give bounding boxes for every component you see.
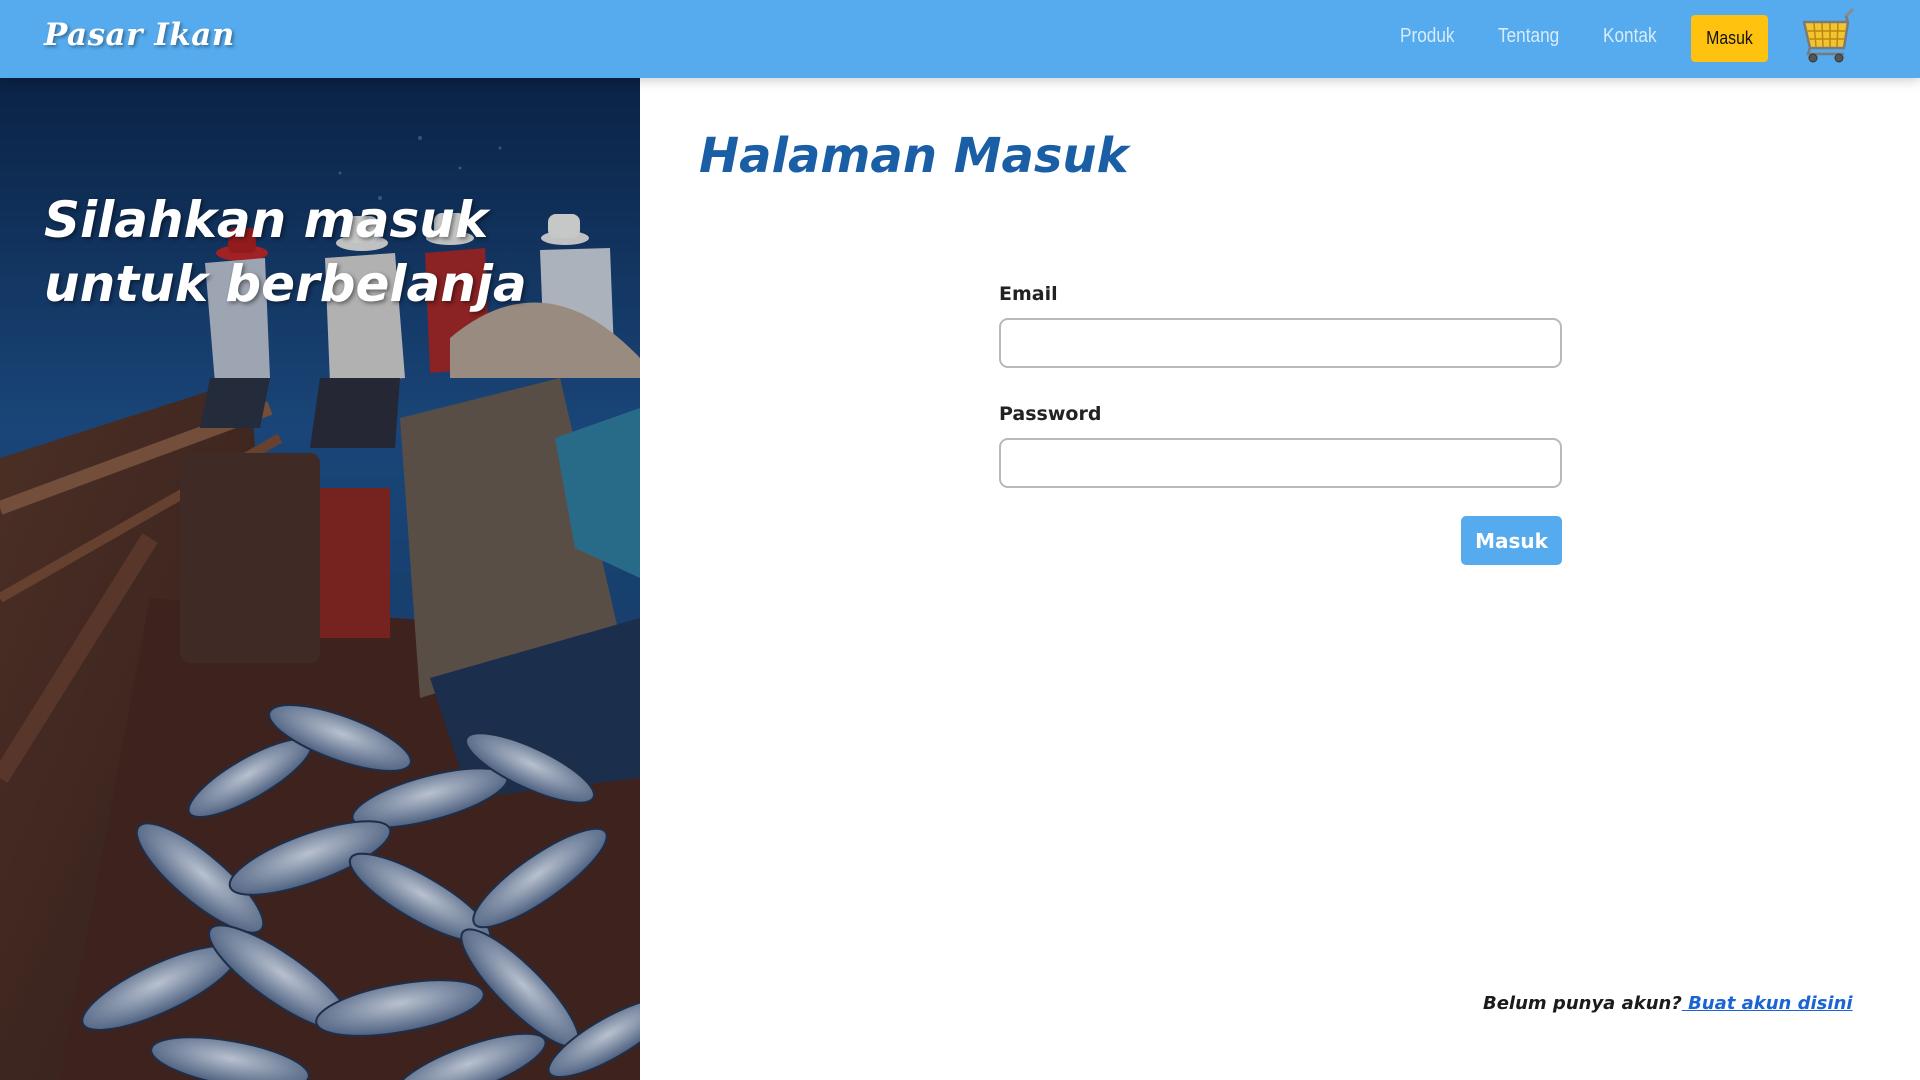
nav-link-kontak[interactable]: Kontak <box>1603 25 1657 48</box>
email-field[interactable] <box>999 318 1562 368</box>
password-label: Password <box>999 403 1102 425</box>
brand-logo[interactable]: Pasar Ikan <box>44 17 235 53</box>
hero-panel: Silahkan masuk untuk berbelanja <box>0 78 640 1080</box>
nav-login-label: Masuk <box>1706 28 1753 48</box>
nav-link-produk[interactable]: Produk <box>1400 25 1455 48</box>
page-title: Halaman Masuk <box>699 128 1129 184</box>
hero-title: Silahkan masuk untuk berbelanja <box>44 191 527 313</box>
login-submit-button[interactable]: Masuk <box>1461 516 1562 565</box>
register-link[interactable]: Buat akun disini <box>1682 993 1853 1014</box>
email-label: Email <box>999 283 1058 305</box>
shopping-cart-icon[interactable] <box>1800 8 1858 64</box>
navbar: Pasar Ikan Produk Tentang Kontak Masuk <box>0 0 1920 78</box>
register-prompt: Belum punya akun? Buat akun disini <box>1483 993 1853 1014</box>
nav-link-tentang[interactable]: Tentang <box>1498 25 1559 48</box>
register-prompt-text: Belum punya akun? <box>1483 993 1682 1014</box>
nav-login-button[interactable]: Masuk <box>1691 15 1768 62</box>
password-field[interactable] <box>999 438 1562 488</box>
